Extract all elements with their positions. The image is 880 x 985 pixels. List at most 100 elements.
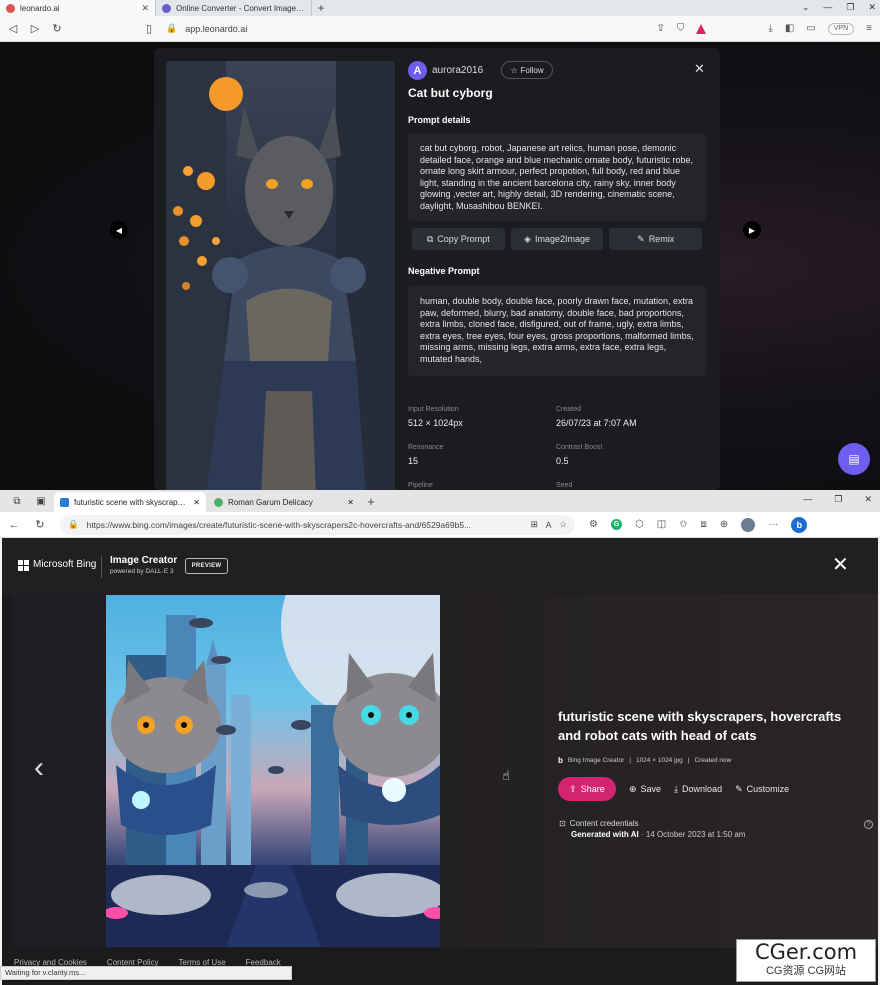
bookmark-icon[interactable]: ▯ <box>144 22 154 35</box>
image-actions: ⇪ Share ⊕ Save ⤓ Download ✎ Customize <box>558 777 789 801</box>
customize-button[interactable]: ✎ Customize <box>735 784 789 795</box>
reload-icon[interactable]: ↻ <box>52 22 62 35</box>
image-source: Bing Image Creator <box>567 757 625 764</box>
tab-leonardo[interactable]: leonardo.ai ✕ <box>0 0 156 16</box>
generated-image-robot-cats[interactable] <box>106 595 440 947</box>
credentials-icon: ⊡ <box>559 819 566 828</box>
negative-prompt-box[interactable]: human, double body, double face, poorly … <box>408 286 706 376</box>
share-icon[interactable]: ⇪ <box>657 23 665 34</box>
close-window-icon[interactable]: ✕ <box>864 494 872 505</box>
restore-icon[interactable]: ❐ <box>846 0 854 14</box>
favorite-star-icon[interactable]: ☆ <box>559 519 567 530</box>
image-title: Cat but cyborg <box>408 86 493 100</box>
split-screen-icon[interactable]: ◫ <box>657 519 666 530</box>
download-button[interactable]: ⤓ Download <box>674 784 722 795</box>
puzzle-icon[interactable]: ⬡ <box>635 519 644 530</box>
prompt-actions: ⧉ Copy Prompt ◈ Image2Image ✎ Remix <box>412 228 703 250</box>
close-icon[interactable]: ✕ <box>832 555 849 575</box>
forward-icon[interactable]: ▷ <box>30 22 40 35</box>
converter-favicon-icon <box>162 3 171 13</box>
previous-arrow-icon[interactable]: ◀ <box>110 221 128 239</box>
remix-button[interactable]: ✎ Remix <box>609 228 703 250</box>
avatar[interactable]: A <box>408 61 427 80</box>
prompt-details-heading: Prompt details <box>408 115 471 125</box>
read-aloud-icon[interactable]: A <box>546 520 552 530</box>
previous-arrow-icon[interactable]: ‹ <box>34 753 44 783</box>
prompt-text-box[interactable]: cat but cyborg, robot, Japanese art reli… <box>408 133 706 221</box>
copy-prompt-button[interactable]: ⧉ Copy Prompt <box>412 228 505 250</box>
help-icon[interactable]: ? <box>864 820 873 829</box>
window-controls: ⌄ — ❐ ✕ <box>802 0 876 14</box>
menu-icon[interactable]: ≡ <box>866 23 872 34</box>
chat-support-icon[interactable]: ▤ <box>838 443 870 475</box>
share-button[interactable]: ⇪ Share <box>558 777 616 801</box>
url-field[interactable]: 🔒 https://www.bing.com/images/create/fut… <box>60 514 575 535</box>
vpn-button[interactable]: VPN <box>827 22 855 35</box>
resonance-label: Resonance <box>408 444 444 451</box>
more-icon[interactable]: ··· <box>768 519 778 530</box>
add-collection-icon[interactable]: ⊕ <box>720 519 728 530</box>
mouse-pointer-icon: ☝ <box>502 768 510 783</box>
workspaces-icon[interactable]: ⧉ <box>6 490 28 512</box>
wallet-icon[interactable]: ▭ <box>806 23 815 34</box>
toolbar-icons: ⇪ ⛉ ⤓ ◧ ▭ VPN ≡ <box>657 22 872 35</box>
close-tab-icon[interactable]: ✕ <box>347 498 354 507</box>
close-icon[interactable]: ✕ <box>694 61 705 77</box>
customize-label: Customize <box>746 784 790 794</box>
grammarly-icon[interactable]: G <box>610 519 622 530</box>
close-tab-icon[interactable]: ✕ <box>193 498 200 507</box>
brave-rewards-icon[interactable] <box>696 23 707 34</box>
back-icon[interactable]: ◁ <box>8 22 18 35</box>
chevron-down-icon[interactable]: ⌄ <box>802 0 810 14</box>
close-tab-icon[interactable]: ✕ <box>141 3 149 14</box>
microsoft-logo-icon[interactable] <box>18 560 29 571</box>
image-creator-title[interactable]: Image Creator <box>110 555 177 566</box>
brand-name[interactable]: Microsoft Bing <box>33 559 96 570</box>
tab-roman-garum[interactable]: Roman Garum Delicacy ✕ <box>208 492 360 512</box>
tab-title: Roman Garum Delicacy <box>228 497 313 507</box>
image2image-label: Image2Image <box>534 234 590 244</box>
bing-image-viewer: Microsoft Bing Image Creator powered by … <box>2 538 878 985</box>
tab-online-converter[interactable]: Online Converter - Convert Image, Vid <box>156 0 312 16</box>
restore-icon[interactable]: ❐ <box>834 494 842 505</box>
search-icon <box>60 497 69 507</box>
extension-icon[interactable]: ⚙ <box>589 519 598 530</box>
seed-label: Seed <box>556 482 573 489</box>
reload-icon[interactable]: ↻ <box>34 518 46 531</box>
bing-copilot-icon[interactable]: b <box>791 516 808 533</box>
prompt-text: cat but cyborg, robot, Japanese art reli… <box>420 143 694 211</box>
leonardo-browser-window: leonardo.ai ✕ Online Converter - Convert… <box>0 0 880 490</box>
download-icon[interactable]: ⤓ <box>768 23 772 34</box>
tab-actions-icon[interactable]: ▣ <box>30 490 52 512</box>
minimize-icon[interactable]: — <box>823 0 832 14</box>
save-button[interactable]: ⊕ Save <box>629 784 661 795</box>
tab-title: Online Converter - Convert Image, Vid <box>176 3 305 13</box>
username[interactable]: aurora2016 <box>432 65 483 76</box>
close-window-icon[interactable]: ✕ <box>868 0 876 14</box>
minimize-icon[interactable]: — <box>803 494 812 505</box>
created-label: Created <box>556 406 581 413</box>
generated-image-cyborg-cat[interactable] <box>166 61 395 490</box>
new-tab-icon[interactable]: + <box>362 492 380 512</box>
collections-icon[interactable]: ⧈ <box>701 519 707 530</box>
url-field[interactable]: 🔒 app.leonardo.ai <box>166 23 645 34</box>
remix-icon: ✎ <box>637 233 645 244</box>
app-icon[interactable]: ⊞ <box>531 519 538 530</box>
follow-button[interactable]: ☆ Follow <box>501 61 553 79</box>
profile-avatar-icon[interactable] <box>741 517 756 532</box>
next-arrow-icon[interactable]: ▶ <box>743 221 761 239</box>
pipeline-label: Pipeline <box>408 482 433 489</box>
back-icon[interactable]: ← <box>8 519 20 531</box>
tab-bing-image[interactable]: futuristic scene with skyscrapers ✕ <box>54 492 206 512</box>
favorites-icon[interactable]: ✩ <box>679 519 687 530</box>
content-credentials: ⊡ Content credentials <box>559 819 639 828</box>
image2image-button[interactable]: ◈ Image2Image <box>510 228 604 250</box>
save-label: Save <box>640 784 662 794</box>
bing-header: Microsoft Bing Image Creator powered by … <box>2 538 878 594</box>
brave-shield-icon[interactable]: ⛉ <box>677 23 685 34</box>
image-title: futuristic scene with skyscrapers, hover… <box>558 709 842 743</box>
sidebar-icon[interactable]: ◧ <box>785 23 794 34</box>
new-tab-icon[interactable]: + <box>312 0 330 16</box>
contrast-boost-label: Contrast Boost <box>556 444 603 451</box>
layers-icon: ◈ <box>524 233 531 244</box>
